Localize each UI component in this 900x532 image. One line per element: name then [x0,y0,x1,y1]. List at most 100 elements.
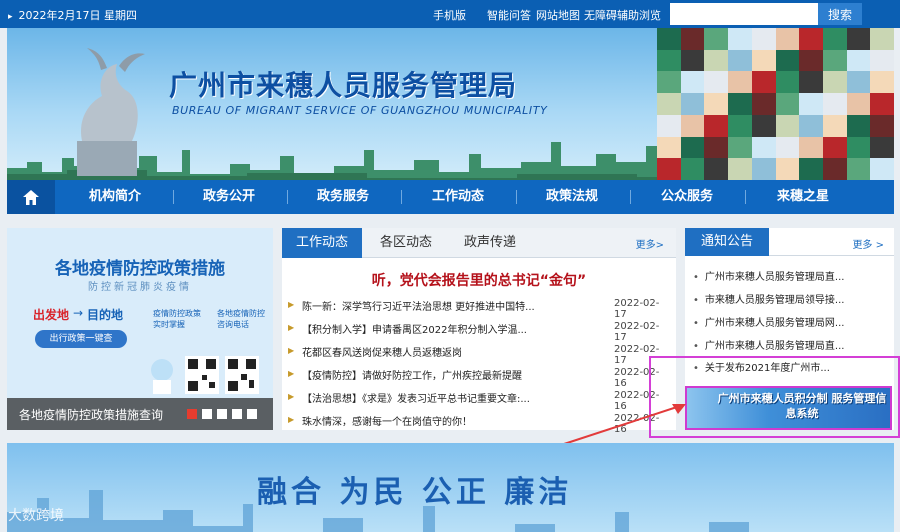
smart-qa-link[interactable]: 智能问答 [487,7,531,23]
notice-more-link[interactable]: 更多 > [852,236,884,251]
mosaic-cell [846,114,871,137]
mobile-version-link[interactable]: 手机版 [433,7,466,23]
news-title[interactable]: 【法治思想】《求是》发表习近平总书记重要文章:... [302,390,592,405]
search-input[interactable] [670,3,818,25]
promo-subtitle: 防控新冠肺炎疫情 [88,282,192,293]
news-title[interactable]: 【积分制入学】申请番禺区2022年积分制入学温... [302,321,592,336]
bullet-icon: ▶ [288,323,295,332]
notice-item[interactable]: 广州市来穗人员服务管理局网... [693,314,888,329]
mosaic-cell [751,28,776,50]
mosaic-cell [775,158,800,180]
pixelated-image [657,28,894,180]
news-item[interactable]: ▶ 陈一新：深学笃行习近平法治思想 更好推进中国特... 2022-02-17 [288,296,672,320]
mosaic-cell [680,28,705,50]
nav-item-work-news[interactable]: 工作动态 [408,180,508,214]
promo-departure-label: 出发地 [33,308,70,322]
news-tabs: 工作动态 各区动态 政声传递 更多> [282,228,676,258]
mosaic-cell [822,71,847,94]
current-date: 2022年2月17日 星期四 [8,7,138,23]
nav-divider [745,190,746,204]
mosaic-cell [799,28,823,50]
mosaic-cell [870,71,894,94]
home-button[interactable] [7,180,55,214]
tab-work-news[interactable]: 工作动态 [282,228,362,258]
bottom-slogan: 融合 为民 公正 廉洁 [257,475,573,510]
mosaic-cell [728,114,752,137]
mosaic-cell [822,49,847,72]
site-map-link[interactable]: 网站地图 [536,7,580,23]
nav-item-services[interactable]: 政务服务 [293,180,393,214]
mosaic-cell [728,93,752,115]
mosaic-cell [657,136,681,159]
news-title[interactable]: 【疫情防控】请做好防控工作，广州疾控最新提醒 [302,367,592,382]
mosaic-cell [704,93,729,115]
mosaic-cell [751,49,776,72]
mosaic-cell [846,28,871,50]
carousel-dot-active[interactable] [187,409,197,419]
mosaic-cell [799,158,823,180]
news-title[interactable]: 珠水情深，感谢每一个在岗值守的你！ [302,413,592,428]
header-banner: 广州市来穗人员服务管理局 BUREAU OF MIGRANT SERVICE O… [7,28,894,180]
carousel-dot[interactable] [202,409,212,419]
mosaic-cell [680,136,705,159]
bullet-icon: ▶ [288,415,295,424]
nav-divider [401,190,402,204]
mosaic-cell [657,158,681,180]
promo-phone-label: 各地疫情防控咨询电话 [217,309,265,329]
top-bar: 2022年2月17日 星期四 手机版 智能问答 网站地图 无障碍辅助浏览 搜索 [0,0,900,28]
nav-item-public-affairs[interactable]: 政务公开 [179,180,279,214]
bullet-icon: ▶ [288,369,295,378]
mosaic-cell [704,136,729,159]
promo-carousel[interactable]: 各地疫情防控政策措施 防控新冠肺炎疫情 出发地 → 目的地 出行政策一键查 疫情… [7,228,273,430]
mosaic-cell [657,49,681,72]
tab-district-news[interactable]: 各区动态 [366,228,446,258]
promo-query-button[interactable]: 出行政策一键查 [35,330,127,348]
news-item[interactable]: ▶ 花都区春风送岗促来穗人员返穗返岗 2022-02-17 [288,342,672,366]
qr-code-image [185,356,219,394]
promo-caption[interactable]: 各地疫情防控政策措施查询 [19,406,163,423]
mosaic-cell [870,136,894,159]
news-headline[interactable]: 听，党代会报告里的总书记“金句” [282,270,676,290]
news-date: 2022-02-17 [614,321,660,343]
nav-item-about[interactable]: 机构简介 [65,180,165,214]
notice-title[interactable]: 通知公告 [685,228,769,256]
callout-arrow [563,404,686,445]
carousel-dot[interactable] [217,409,227,419]
mosaic-cell [680,93,705,115]
news-title[interactable]: 花都区春风送岗促来穗人员返穗返岗 [302,344,592,359]
bottom-banner[interactable]: 融合 为民 公正 廉洁 [7,443,894,532]
mosaic-cell [822,93,847,115]
mosaic-cell [704,71,729,94]
news-item[interactable]: ▶ 【积分制入学】申请番禺区2022年积分制入学温... 2022-02-17 [288,319,672,343]
mosaic-cell [728,49,752,72]
nav-item-policies[interactable]: 政策法规 [522,180,622,214]
mosaic-cell [704,158,729,180]
tab-policy-voice[interactable]: 政声传递 [450,228,530,258]
nav-item-stars[interactable]: 来穗之星 [753,180,853,214]
notice-item[interactable]: 广州市来穗人员服务管理局直... [693,337,888,352]
search-button[interactable]: 搜索 [818,3,862,25]
mosaic-cell [870,49,894,72]
mosaic-cell [680,71,705,94]
mascot-image [151,359,173,394]
nav-item-public-service[interactable]: 公众服务 [637,180,737,214]
qr-code-image [225,356,259,394]
notice-item[interactable]: 市来穗人员服务管理局领导接... [693,291,888,306]
bullet-icon: ▶ [288,346,295,355]
carousel-dot[interactable] [247,409,257,419]
mosaic-cell [870,28,894,50]
news-title[interactable]: 陈一新：深学笃行习近平法治思想 更好推进中国特... [302,298,592,313]
nav-divider [287,190,288,204]
mosaic-cell [870,158,894,180]
mosaic-cell [846,158,871,180]
mosaic-cell [728,28,752,50]
carousel-dot[interactable] [232,409,242,419]
mosaic-cell [680,49,705,72]
mosaic-cell [775,114,800,137]
mosaic-cell [751,93,776,115]
notice-item[interactable]: 广州市来穗人员服务管理局直... [693,268,888,283]
news-more-link[interactable]: 更多> [636,236,664,251]
mosaic-cell [680,114,705,137]
accessibility-link[interactable]: 无障碍辅助浏览 [584,7,661,23]
news-item[interactable]: ▶ 【疫情防控】请做好防控工作，广州疾控最新提醒 2022-02-16 [288,365,672,389]
